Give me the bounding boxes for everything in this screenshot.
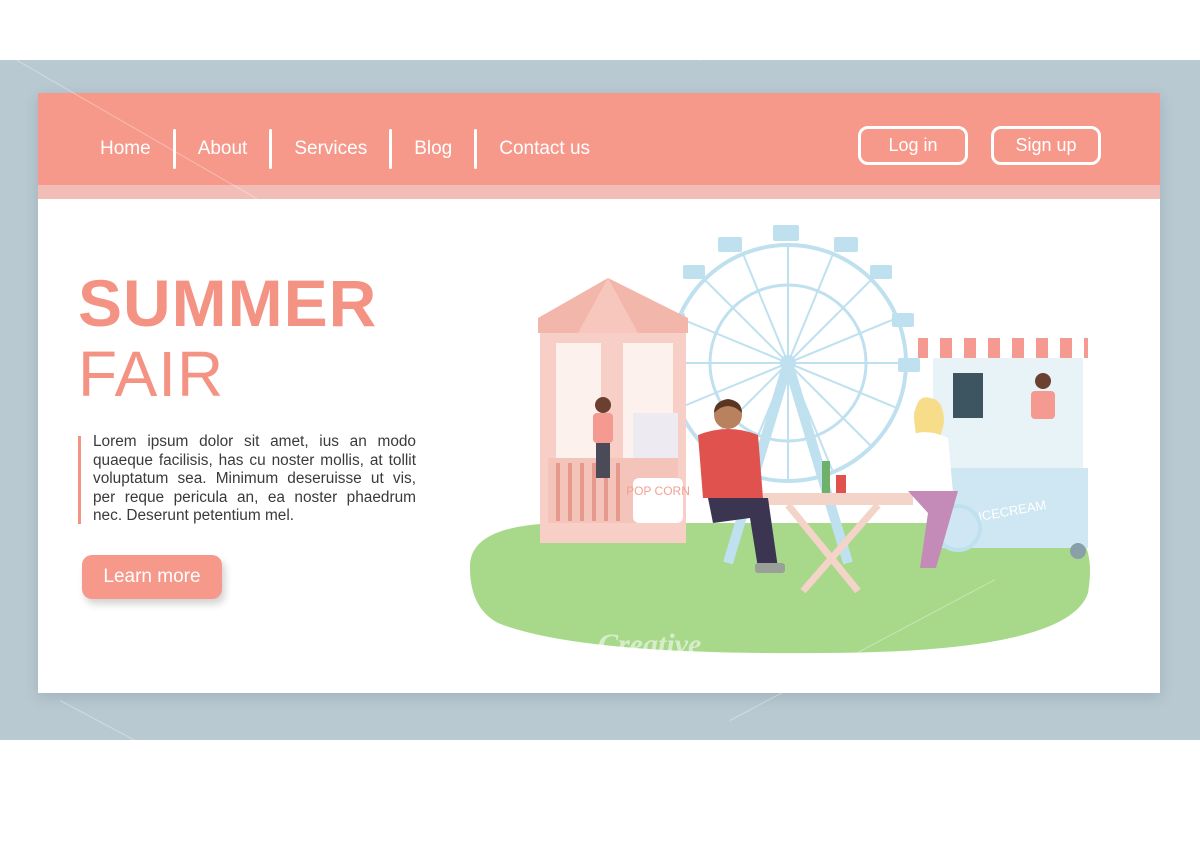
- navbar-shadow: [38, 185, 1160, 199]
- popcorn-sign-label: POP CORN: [626, 484, 690, 498]
- login-button[interactable]: Log in: [858, 126, 968, 165]
- hero-title-line1: SUMMER: [78, 266, 378, 340]
- nav-contact[interactable]: Contact us: [477, 129, 612, 169]
- hero-body-text: Lorem ipsum dolor sit amet, ius an modo …: [93, 433, 416, 524]
- nav-about[interactable]: About: [176, 129, 270, 169]
- main-nav: Home About Services Blog Contact us: [78, 129, 612, 169]
- popcorn-tent-icon: POP CORN: [538, 278, 690, 543]
- watermark-text: Creative: [596, 200, 700, 233]
- hero-title-line2: FAIR: [78, 338, 225, 410]
- nav-home[interactable]: Home: [78, 129, 173, 169]
- nav-services[interactable]: Services: [272, 129, 389, 169]
- bottle-icon: [822, 461, 830, 493]
- watermark-text: Creative: [598, 628, 702, 661]
- watermark-line: [699, 0, 1072, 61]
- body-accent-bar: [78, 436, 81, 524]
- landing-page-card: Home About Services Blog Contact us Log …: [38, 93, 1160, 693]
- summer-fair-illustration: POP CORN ICECREAM: [469, 225, 1090, 654]
- header-navbar: Home About Services Blog Contact us Log …: [38, 93, 1160, 185]
- signup-button[interactable]: Sign up: [991, 126, 1101, 165]
- nav-blog[interactable]: Blog: [392, 129, 474, 169]
- cup-icon: [836, 475, 846, 493]
- learn-more-button[interactable]: Learn more: [82, 555, 222, 599]
